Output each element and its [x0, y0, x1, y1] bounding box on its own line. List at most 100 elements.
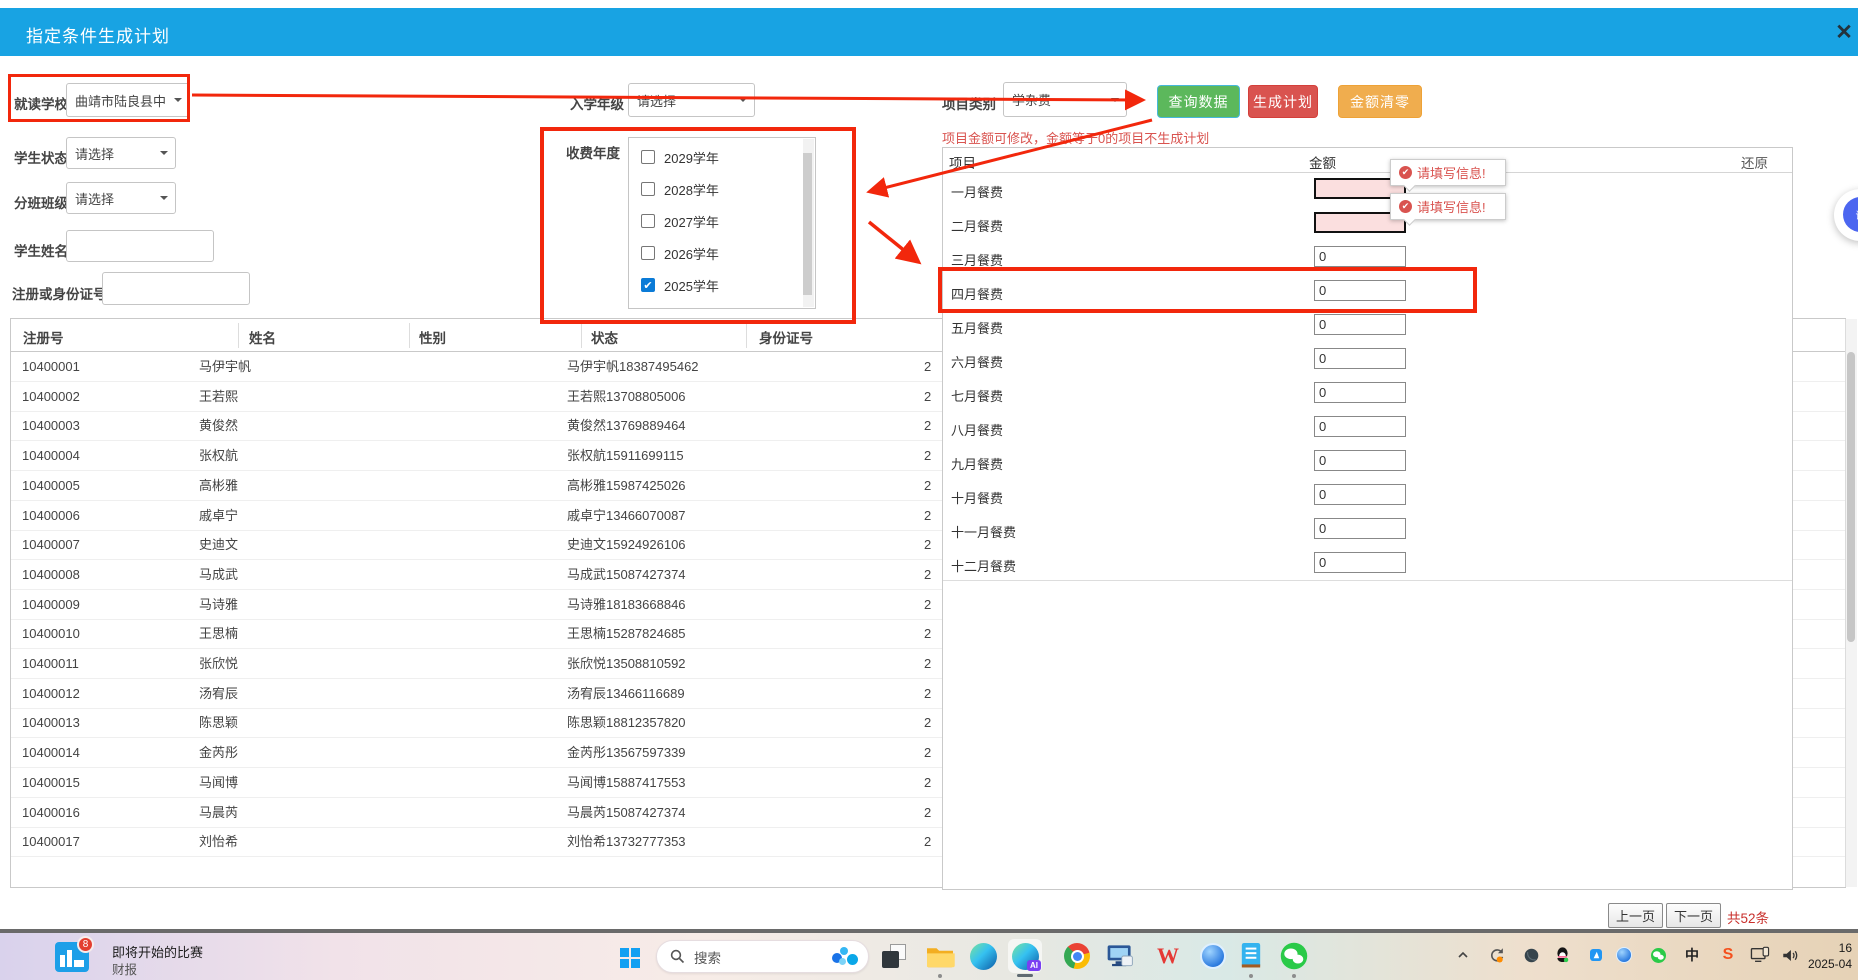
fee-row: 七月餐费 — [943, 377, 1792, 411]
sync-icon[interactable] — [1486, 944, 1508, 966]
reset-amount-button[interactable]: 金额清零 — [1338, 85, 1422, 118]
fee-row: 一月餐费 — [943, 173, 1792, 207]
fee-amount-input[interactable] — [1314, 518, 1406, 539]
projection-icon[interactable] — [1749, 944, 1771, 966]
windows-start-icon[interactable] — [620, 948, 640, 968]
fee-amount-input[interactable] — [1314, 382, 1406, 403]
fee-amount-input[interactable] — [1314, 280, 1406, 301]
cell-name: 马闻博 — [199, 768, 238, 798]
fee-item-name: 九月餐费 — [951, 454, 1003, 473]
project-type-dropdown[interactable]: 学杂费 — [1003, 82, 1127, 117]
fee-row: 二月餐费 — [943, 207, 1792, 241]
enroll-grade-dropdown[interactable]: 请选择 — [628, 83, 755, 117]
edge-icon[interactable] — [966, 939, 1000, 973]
checkbox-icon[interactable] — [641, 150, 655, 164]
night-mode-icon[interactable] — [1520, 944, 1542, 966]
fee-panel: 项目 金额 还原 一月餐费二月餐费三月餐费四月餐费五月餐费六月餐费七月餐费八月餐… — [942, 147, 1793, 890]
cell-id-card: 2 — [924, 382, 931, 412]
student-status-label: 学生状态 — [14, 147, 68, 167]
col-id-card: 身份证号 — [759, 327, 813, 347]
cell-status: 王思楠15287824685 — [567, 619, 686, 649]
table-scrollbar-thumb[interactable] — [1847, 352, 1855, 642]
taskbar-clock[interactable]: 16 2025-04 — [1775, 940, 1852, 972]
wps-icon[interactable]: W — [1151, 939, 1185, 973]
cell-status: 金芮彤13567597339 — [567, 738, 686, 768]
fee-item-name: 八月餐费 — [951, 420, 1003, 439]
error-icon: ✔ — [1399, 200, 1412, 213]
checkbox-icon[interactable] — [641, 214, 655, 228]
fee-amount-input[interactable] — [1314, 314, 1406, 335]
fee-amount-input[interactable] — [1314, 416, 1406, 437]
fee-year-option-label: 2029学年 — [664, 148, 719, 167]
query-data-button[interactable]: 查询数据 — [1157, 85, 1240, 118]
checkbox-checked-icon[interactable]: ✔ — [641, 278, 655, 292]
cell-id-card: 2 — [924, 798, 931, 828]
fee-year-option[interactable]: ✔2025学年 — [641, 274, 719, 296]
quark-mini-icon[interactable] — [1613, 944, 1635, 966]
cell-name: 汤宥辰 — [199, 679, 238, 709]
reg-or-id-input[interactable] — [102, 272, 250, 305]
cell-name: 黄俊然 — [199, 411, 238, 441]
fee-year-option[interactable]: 2026学年 — [641, 242, 719, 264]
enroll-grade-label: 入学年级 — [570, 93, 624, 113]
fee-amount-input[interactable] — [1314, 484, 1406, 505]
cell-id-card: 2 — [924, 352, 931, 382]
open-app-indicator — [938, 974, 942, 978]
checkbox-icon[interactable] — [641, 246, 655, 260]
wechat-icon[interactable] — [1277, 939, 1311, 973]
checkbox-icon[interactable] — [641, 182, 655, 196]
task-view-icon[interactable] — [877, 939, 911, 973]
search-highlight-icon — [830, 945, 860, 969]
qq-icon[interactable] — [1551, 944, 1573, 966]
fee-amount-input[interactable] — [1314, 450, 1406, 471]
school-dropdown[interactable]: 曲靖市陆良县中 — [66, 83, 190, 117]
fee-year-listbox[interactable]: 2029学年 2028学年 2027学年 2026学年 ✔2025学年 — [628, 137, 816, 309]
cell-id-card: 2 — [924, 827, 931, 857]
dialog-header — [0, 8, 1858, 56]
edge-ai-icon[interactable]: AI — [1008, 939, 1042, 973]
close-icon[interactable]: ✕ — [1830, 18, 1858, 46]
col-gender: 性别 — [419, 327, 446, 347]
cell-name: 高彬雅 — [199, 471, 238, 501]
search-icon — [670, 949, 685, 964]
wechat-mini-icon[interactable] — [1647, 944, 1669, 966]
fee-year-option[interactable]: 2027学年 — [641, 210, 719, 232]
remote-desktop-icon[interactable] — [1103, 939, 1137, 973]
fee-row: 三月餐费 — [943, 241, 1792, 275]
chevron-up-icon[interactable] — [1452, 944, 1474, 966]
cell-reg-no: 10400003 — [22, 411, 80, 441]
cell-status: 张权航15911699115 — [567, 441, 684, 471]
generate-plan-button[interactable]: 生成计划 — [1248, 85, 1318, 118]
fee-year-option[interactable]: 2029学年 — [641, 146, 719, 168]
file-explorer-icon[interactable] — [923, 939, 957, 973]
next-page-button[interactable]: 下一页 — [1666, 903, 1721, 928]
baidu-pan-icon[interactable] — [1585, 944, 1607, 966]
quark-icon[interactable] — [1196, 939, 1230, 973]
class-dropdown[interactable]: 请选择 — [66, 182, 176, 214]
restore-link[interactable]: 还原 — [1741, 152, 1768, 172]
project-type-value: 学杂费 — [1012, 90, 1051, 109]
taskbar-search[interactable]: 搜索 — [656, 940, 869, 973]
fee-year-option[interactable]: 2028学年 — [641, 178, 719, 200]
student-status-dropdown[interactable]: 请选择 — [66, 137, 176, 169]
fee-amount-input[interactable] — [1314, 552, 1406, 573]
notes-icon[interactable] — [1234, 939, 1268, 973]
fee-amount-input[interactable] — [1314, 246, 1406, 267]
cell-id-card: 2 — [924, 679, 931, 709]
prev-page-button[interactable]: 上一页 — [1608, 903, 1663, 928]
search-placeholder: 搜索 — [694, 947, 821, 967]
chrome-icon[interactable] — [1060, 939, 1094, 973]
cell-status: 陈思颖18812357820 — [567, 708, 686, 738]
error-icon: ✔ — [1399, 166, 1412, 179]
active-app-indicator — [1017, 974, 1033, 977]
student-name-input[interactable] — [66, 230, 214, 262]
fee-amount-input[interactable] — [1314, 348, 1406, 369]
validation-tooltip: ✔ 请填写信息! — [1390, 159, 1506, 186]
ime-chinese-icon[interactable]: 中 — [1681, 944, 1703, 966]
cell-reg-no: 10400012 — [22, 679, 80, 709]
sogou-icon[interactable]: S — [1717, 944, 1739, 966]
fee-year-scrollbar[interactable] — [803, 139, 814, 307]
cell-status: 张欣悦13508810592 — [567, 649, 686, 679]
cell-status: 刘怡希13732777353 — [567, 827, 686, 857]
cell-status: 汤宥辰13466116689 — [567, 679, 685, 709]
